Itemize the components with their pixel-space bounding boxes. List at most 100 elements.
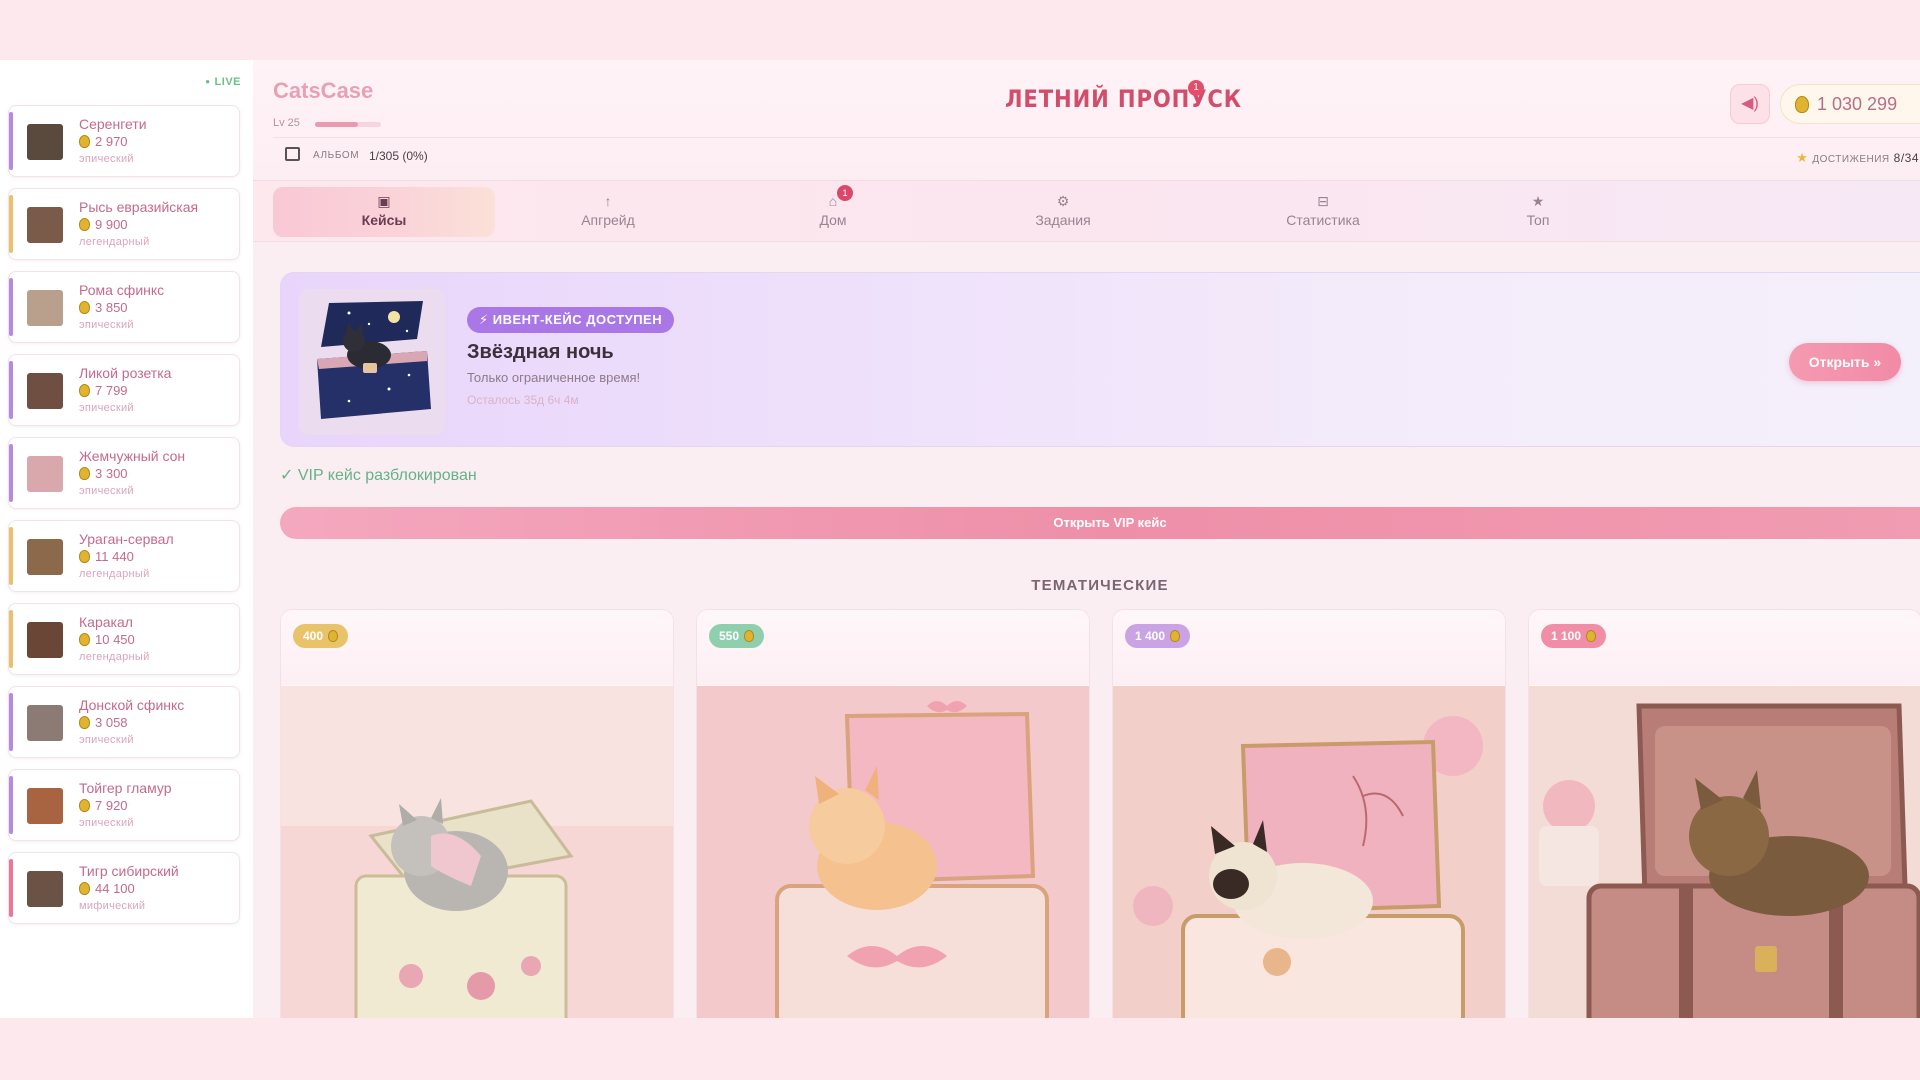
rarity-bar [9, 527, 13, 585]
case-price-badge: 550 [709, 624, 765, 648]
tab-tasks[interactable]: ⚙ Задания [1003, 181, 1123, 243]
live-feed-list: Серенгети 2 970 эпический Рысь евразийская 9… [8, 105, 240, 935]
feed-item[interactable]: Ликой розетка 7 799 эпический [8, 354, 240, 426]
event-open-button[interactable]: Открыть » [1789, 343, 1901, 381]
feed-item-price: 10 450 [79, 632, 135, 647]
tab-cases[interactable]: ▣ Кейсы [273, 187, 495, 237]
tab-label: Кейсы [361, 212, 407, 228]
coin-icon [1170, 630, 1181, 642]
event-subtitle: Только ограниченное время! [467, 370, 641, 385]
case-price: 550 [719, 629, 740, 643]
level-progress-fill [315, 122, 358, 127]
rarity-bar [9, 361, 13, 419]
case-card[interactable]: 550 [696, 609, 1090, 1018]
coin-icon [79, 882, 90, 895]
tab-label: Дом [819, 212, 847, 228]
tab-stats[interactable]: ⊟ Статистика [1253, 181, 1393, 243]
feed-item[interactable]: Рома сфинкс 3 850 эпический [8, 271, 240, 343]
feed-item-rarity: легендарный [79, 236, 150, 248]
coin-icon [79, 550, 90, 563]
feed-item-rarity: эпический [79, 402, 134, 414]
case-card[interactable]: 1 400 [1112, 609, 1506, 1018]
feed-item[interactable]: Ураган-сервал 11 440 легендарный [8, 520, 240, 592]
feed-item-name: Серенгети [79, 116, 147, 132]
feed-item-price: 7 799 [79, 383, 128, 398]
feed-item-name: Рома сфинкс [79, 282, 165, 298]
speaker-icon: ◀) [1741, 95, 1759, 112]
rarity-bar [9, 859, 13, 917]
case-price: 400 [303, 629, 324, 643]
tab-top[interactable]: ★ Топ [1493, 181, 1583, 243]
coin-icon [744, 630, 755, 642]
album-bar: АЛЬБОМ 1/305 (0%) ★ ДОСТИЖЕНИЯ 8/34 [273, 137, 1920, 167]
case-card[interactable]: 1 100 [1528, 609, 1920, 1018]
level-progress-bar [315, 122, 381, 127]
case-image [1113, 686, 1505, 1018]
feed-item-price: 3 300 [79, 466, 128, 481]
case-price-badge: 400 [293, 624, 349, 648]
feed-item-rarity: легендарный [79, 651, 150, 663]
rarity-bar [9, 776, 13, 834]
case-price-badge: 1 100 [1541, 624, 1607, 648]
album-book-icon[interactable] [285, 147, 300, 161]
tab-label: Задания [1035, 212, 1091, 228]
feed-item[interactable]: Тигр сибирский 44 100 мифический [8, 852, 240, 924]
event-case-image[interactable] [299, 289, 445, 435]
coin-icon [79, 218, 90, 231]
section-title-thematic: ТЕМАТИЧЕСКИЕ [1031, 577, 1169, 594]
upgrade-icon: ↑ [604, 193, 612, 209]
open-vip-case-button[interactable]: Открыть VIP кейс [280, 507, 1920, 539]
cat-thumbnail [27, 622, 63, 658]
feed-item-price: 7 920 [79, 798, 128, 813]
case-price-badge: 1 400 [1125, 624, 1191, 648]
coin-icon [79, 799, 90, 812]
feed-item-price: 3 850 [79, 300, 128, 315]
coin-icon [79, 135, 90, 148]
cat-thumbnail [27, 290, 63, 326]
cat-thumbnail [27, 871, 63, 907]
event-time-left: Осталось 35д 6ч 4м [467, 393, 579, 407]
feed-item-name: Ликой розетка [79, 365, 172, 381]
feed-item[interactable]: Жемчужный сон 3 300 эпический [8, 437, 240, 509]
tab-home[interactable]: ⌂ Дом 1 [783, 181, 883, 243]
feed-item-name: Тигр сибирский [79, 863, 179, 879]
achievements-value: 8/34 [1893, 151, 1919, 165]
tab-notification-badge: 1 [837, 185, 853, 201]
rarity-bar [9, 444, 13, 502]
coin-icon [1795, 96, 1809, 113]
stats-icon: ⊟ [1317, 193, 1329, 209]
cat-thumbnail [27, 124, 63, 160]
rarity-bar [9, 112, 13, 170]
case-image [1529, 686, 1920, 1018]
brand-logo[interactable]: CatsCase [273, 78, 373, 104]
coin-icon [328, 630, 339, 642]
balance-display[interactable]: 1 030 299 [1780, 84, 1920, 124]
feed-item[interactable]: Каракал 10 450 легендарный [8, 603, 240, 675]
balance-value: 1 030 299 [1817, 94, 1898, 114]
sound-toggle-button[interactable]: ◀) [1730, 84, 1770, 124]
tab-label: Апгрейд [581, 212, 635, 228]
case-price: 1 100 [1551, 629, 1582, 643]
case-card[interactable]: 400 [280, 609, 674, 1018]
achievements-link[interactable]: ★ ДОСТИЖЕНИЯ 8/34 [1796, 150, 1919, 166]
home-icon: ⌂ [828, 193, 838, 209]
cat-thumbnail [27, 373, 63, 409]
feed-item[interactable]: Серенгети 2 970 эпический [8, 105, 240, 177]
feed-item-name: Донской сфинкс [79, 697, 185, 713]
main-nav-tabs: ▣ Кейсы ↑ Апгрейд ⌂ Дом 1 ⚙ Задания ⊟ Статистика ★ Т… [253, 180, 1920, 242]
feed-item-rarity: эпический [79, 153, 134, 165]
feed-item[interactable]: Тойгер гламур 7 920 эпический [8, 769, 240, 841]
feed-item[interactable]: Донской сфинкс 3 058 эпический [8, 686, 240, 758]
tasks-icon: ⚙ [1056, 193, 1070, 209]
rarity-bar [9, 278, 13, 336]
cases-icon: ▣ [377, 193, 391, 209]
feed-item-name: Ураган-сервал [79, 531, 174, 547]
cat-thumbnail [27, 539, 63, 575]
cat-thumbnail [27, 207, 63, 243]
achievements-label: ДОСТИЖЕНИЯ [1812, 154, 1890, 165]
case-price: 1 400 [1135, 629, 1166, 643]
tab-upgrade[interactable]: ↑ Апгрейд [543, 181, 673, 243]
summer-pass-button[interactable]: ЛЕТНИЙ ПРОПУСК [1005, 85, 1242, 113]
feed-item[interactable]: Рысь евразийская 9 900 легендарный [8, 188, 240, 260]
event-case-banner: ⚡ ИВЕНТ-КЕЙС ДОСТУПЕН Звёздная ночь Толь… [280, 272, 1920, 447]
